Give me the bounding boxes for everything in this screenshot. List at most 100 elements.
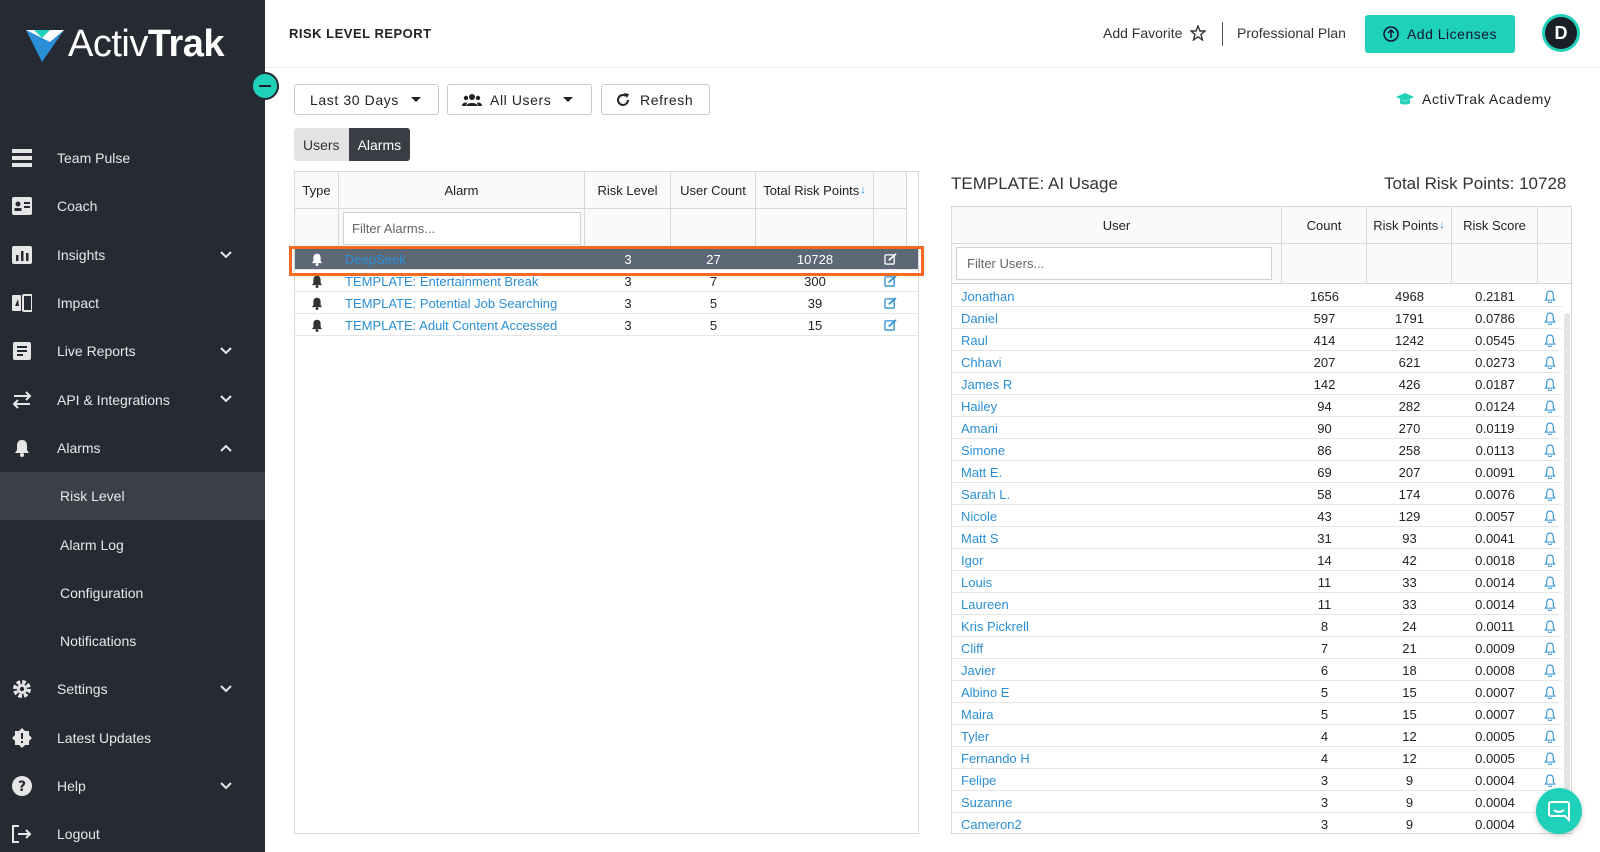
user-row[interactable]: Matt S 31 93 0.0041 (952, 527, 1562, 549)
user-name-link[interactable]: Hailey (961, 395, 1281, 417)
user-row[interactable]: Laureen 11 33 0.0014 (952, 593, 1562, 615)
user-row[interactable]: Felipe 3 9 0.0004 (952, 769, 1562, 791)
sidebar-item-team-pulse[interactable]: Team Pulse (0, 134, 265, 182)
user-name-link[interactable]: Sarah L. (961, 483, 1281, 505)
col-header-type[interactable]: Type (295, 172, 339, 209)
user-name-link[interactable]: Cliff (961, 637, 1281, 659)
user-name-link[interactable]: Maira (961, 703, 1281, 725)
tab-alarms[interactable]: Alarms (348, 128, 411, 161)
col-header-user[interactable]: User (952, 207, 1282, 244)
user-alarm-bell-icon[interactable] (1538, 307, 1562, 329)
user-alarm-bell-icon[interactable] (1538, 285, 1562, 307)
user-row[interactable]: Chhavi 207 621 0.0273 (952, 351, 1562, 373)
user-row[interactable]: Maira 5 15 0.0007 (952, 703, 1562, 725)
user-row[interactable]: Amani 90 270 0.0119 (952, 417, 1562, 439)
user-name-link[interactable]: Louis (961, 571, 1281, 593)
user-alarm-bell-icon[interactable] (1538, 417, 1562, 439)
user-name-link[interactable]: Fernando H (961, 747, 1281, 769)
sidebar-item-impact[interactable]: Impact (0, 279, 265, 327)
user-row[interactable]: Tyler 4 12 0.0005 (952, 725, 1562, 747)
user-name-link[interactable]: Laureen (961, 593, 1281, 615)
sidebar-item-live-reports[interactable]: Live Reports (0, 327, 265, 375)
sidebar-subitem-risk-level[interactable]: Risk Level (0, 472, 265, 521)
sidebar-subitem-alarm-log[interactable]: Alarm Log (0, 520, 265, 568)
user-alarm-bell-icon[interactable] (1538, 351, 1562, 373)
col-header-risk-level[interactable]: Risk Level (585, 172, 671, 209)
sidebar-item-settings[interactable]: Settings (0, 665, 265, 713)
add-licenses-button[interactable]: Add Licenses (1365, 15, 1515, 53)
sidebar-item-help[interactable]: ? Help (0, 762, 265, 810)
user-name-link[interactable]: Raul (961, 329, 1281, 351)
user-name-link[interactable]: Tyler (961, 725, 1281, 747)
sidebar-item-api-integrations[interactable]: API & Integrations (0, 375, 265, 423)
user-alarm-bell-icon[interactable] (1538, 659, 1562, 681)
user-row[interactable]: Hailey 94 282 0.0124 (952, 395, 1562, 417)
date-range-dropdown[interactable]: Last 30 Days (294, 84, 439, 115)
user-row[interactable]: James R 142 426 0.0187 (952, 373, 1562, 395)
plan-label[interactable]: Professional Plan (1237, 25, 1346, 41)
user-alarm-bell-icon[interactable] (1538, 461, 1562, 483)
col-header-user-count[interactable]: User Count (671, 172, 756, 209)
user-row[interactable]: Cameron2 3 9 0.0004 (952, 813, 1562, 833)
alarm-name-link[interactable]: TEMPLATE: Adult Content Accessed (345, 314, 585, 336)
user-name-link[interactable]: Daniel (961, 307, 1281, 329)
col-header-risk-points[interactable]: Risk Points ↓ (1367, 207, 1452, 244)
col-header-alarm[interactable]: Alarm (339, 172, 585, 209)
user-name-link[interactable]: Simone (961, 439, 1281, 461)
sidebar-subitem-configuration[interactable]: Configuration (0, 569, 265, 617)
user-row[interactable]: Fernando H 4 12 0.0005 (952, 747, 1562, 769)
user-alarm-bell-icon[interactable] (1538, 483, 1562, 505)
user-name-link[interactable]: Matt S (961, 527, 1281, 549)
user-row[interactable]: Matt E. 69 207 0.0091 (952, 461, 1562, 483)
user-alarm-bell-icon[interactable] (1538, 571, 1562, 593)
add-favorite-button[interactable]: Add Favorite (1103, 25, 1207, 41)
user-alarm-bell-icon[interactable] (1538, 615, 1562, 637)
user-row[interactable]: Sarah L. 58 174 0.0076 (952, 483, 1562, 505)
filter-users-input[interactable] (956, 247, 1272, 280)
user-name-link[interactable]: James R (961, 373, 1281, 395)
sidebar-subitem-notifications[interactable]: Notifications (0, 617, 265, 665)
user-row[interactable]: Albino E 5 15 0.0007 (952, 681, 1562, 703)
user-alarm-bell-icon[interactable] (1538, 505, 1562, 527)
user-alarm-bell-icon[interactable] (1538, 747, 1562, 769)
user-name-link[interactable]: Kris Pickrell (961, 615, 1281, 637)
user-row[interactable]: Daniel 597 1791 0.0786 (952, 307, 1562, 329)
user-name-link[interactable]: Suzanne (961, 791, 1281, 813)
user-alarm-bell-icon[interactable] (1538, 549, 1562, 571)
col-header-risk-score[interactable]: Risk Score (1452, 207, 1538, 244)
collapse-sidebar-button[interactable] (251, 72, 279, 100)
user-row[interactable]: Louis 11 33 0.0014 (952, 571, 1562, 593)
user-avatar[interactable]: D (1542, 14, 1580, 52)
alarm-name-link[interactable]: TEMPLATE: Potential Job Searching (345, 292, 585, 314)
alarm-row[interactable]: TEMPLATE: Adult Content Accessed 3 5 15 (295, 314, 918, 336)
user-alarm-bell-icon[interactable] (1538, 439, 1562, 461)
user-name-link[interactable]: Albino E (961, 681, 1281, 703)
user-row[interactable]: Kris Pickrell 8 24 0.0011 (952, 615, 1562, 637)
user-alarm-bell-icon[interactable] (1538, 373, 1562, 395)
sidebar-item-logout[interactable]: Logout (0, 810, 265, 852)
user-name-link[interactable]: Felipe (961, 769, 1281, 791)
user-alarm-bell-icon[interactable] (1538, 703, 1562, 725)
alarm-row[interactable]: TEMPLATE: Potential Job Searching 3 5 39 (295, 292, 918, 314)
edit-icon[interactable] (874, 292, 907, 314)
user-row[interactable]: Simone 86 258 0.0113 (952, 439, 1562, 461)
sidebar-item-insights[interactable]: Insights (0, 231, 265, 279)
user-row[interactable]: Cliff 7 21 0.0009 (952, 637, 1562, 659)
users-scrollbar[interactable] (1564, 313, 1570, 823)
col-header-total-risk-points[interactable]: Total Risk Points ↓ (756, 172, 874, 209)
tab-users[interactable]: Users (294, 128, 349, 161)
user-alarm-bell-icon[interactable] (1538, 395, 1562, 417)
user-name-link[interactable]: Igor (961, 549, 1281, 571)
edit-icon[interactable] (874, 314, 907, 336)
user-alarm-bell-icon[interactable] (1538, 725, 1562, 747)
activtrak-logo[interactable]: ActivTrak (24, 22, 225, 66)
user-alarm-bell-icon[interactable] (1538, 593, 1562, 615)
user-row[interactable]: Jonathan 1656 4968 0.2181 (952, 285, 1562, 307)
user-name-link[interactable]: Cameron2 (961, 813, 1281, 833)
sidebar-item-latest-updates[interactable]: Latest Updates (0, 714, 265, 762)
user-alarm-bell-icon[interactable] (1538, 681, 1562, 703)
refresh-button[interactable]: Refresh (601, 84, 710, 115)
user-row[interactable]: Nicole 43 129 0.0057 (952, 505, 1562, 527)
user-name-link[interactable]: Matt E. (961, 461, 1281, 483)
sidebar-item-coach[interactable]: Coach (0, 182, 265, 230)
